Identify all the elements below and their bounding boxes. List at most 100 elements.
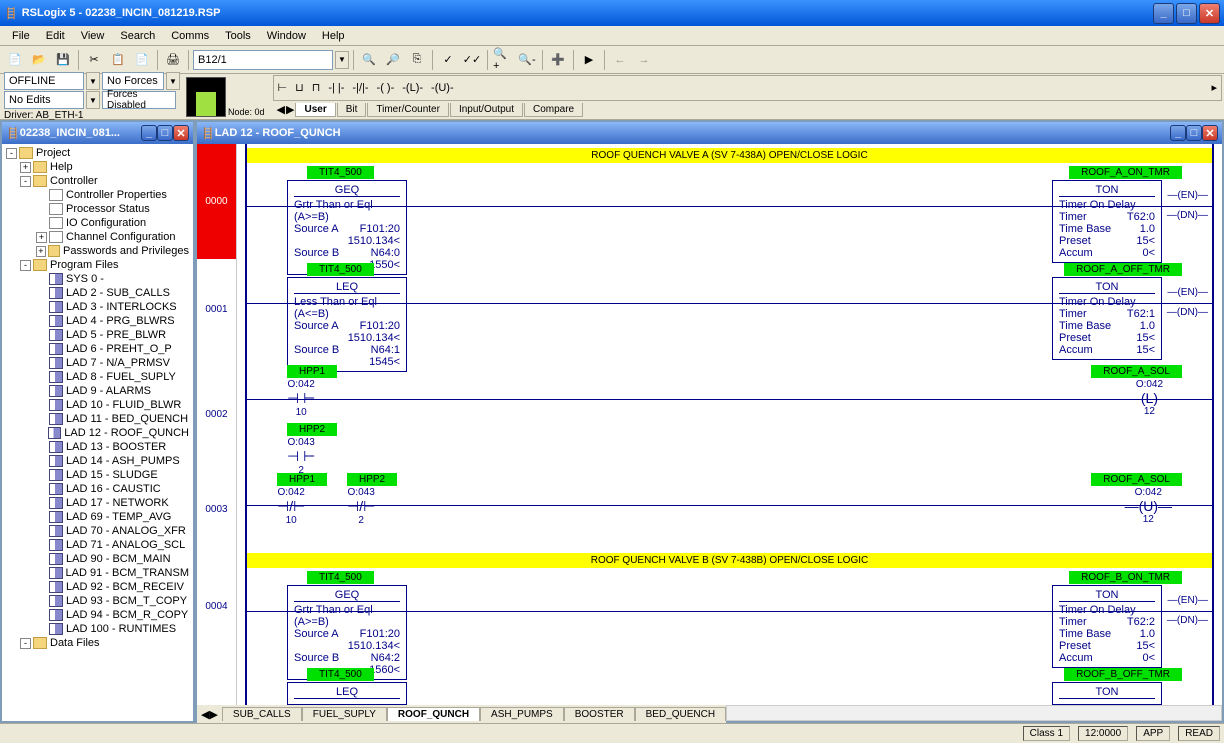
tree-item[interactable]: SYS 0 - [4, 272, 191, 286]
rung[interactable]: 0000ROOF QUENCH VALVE A (SV 7-438A) OPEN… [197, 144, 1222, 259]
rung-number[interactable]: 0001 [197, 259, 237, 359]
tree-item[interactable]: LAD 5 - PRE_BLWR [4, 328, 191, 342]
contact[interactable]: O:042⊣/⊢10 [277, 487, 305, 526]
tree-item[interactable]: LAD 93 - BCM_T_COPY [4, 594, 191, 608]
compare-instruction[interactable]: LEQ [287, 682, 407, 705]
xic-icon[interactable]: -| |- [328, 82, 344, 94]
verify-project-button[interactable]: ✓✓ [461, 49, 483, 71]
menu-edit[interactable]: Edit [38, 28, 73, 44]
ladder-close[interactable]: ✕ [1202, 125, 1218, 141]
instr-tab-user[interactable]: User [295, 103, 335, 117]
zoom-in-button[interactable]: 🔍+ [492, 49, 514, 71]
ladder-hscroll[interactable]: ◀▶SUB_CALLSFUEL_SUPLYROOF_QUNCHASH_PUMPS… [197, 705, 1222, 721]
new-rung-button[interactable]: ➕ [547, 49, 569, 71]
tree-item[interactable]: LAD 91 - BCM_TRANSM [4, 566, 191, 580]
copy-button[interactable]: 📋 [107, 49, 129, 71]
tree-item[interactable]: LAD 17 - NETWORK [4, 496, 191, 510]
contact[interactable]: O:043⊣/⊢2 [347, 487, 375, 526]
file-tab[interactable]: BOOSTER [564, 707, 635, 721]
instr-tab-right[interactable]: ▶ [286, 103, 294, 116]
online-dropdown[interactable]: ▼ [86, 72, 100, 90]
rung[interactable]: 0003HPP1O:042⊣/⊢10HPP2O:043⊣/⊢2ROOF_A_SO… [197, 469, 1222, 549]
branch-down-icon[interactable]: ⊓ [312, 81, 321, 94]
menu-tools[interactable]: Tools [217, 28, 259, 44]
compare-instruction[interactable]: LEQLess Than or Eql (A<=B)Source AF101:2… [287, 277, 407, 372]
tree-item[interactable]: LAD 15 - SLUDGE [4, 468, 191, 482]
save-button[interactable]: 💾 [52, 49, 74, 71]
cut-button[interactable]: ✂ [83, 49, 105, 71]
tree-item[interactable]: LAD 9 - ALARMS [4, 384, 191, 398]
maximize-button[interactable]: □ [1176, 3, 1197, 24]
tree-item[interactable]: LAD 71 - ANALOG_SCL [4, 538, 191, 552]
new-button[interactable]: 📄 [4, 49, 26, 71]
instr-tab-left[interactable]: ◀ [277, 103, 285, 116]
rung-number[interactable]: 0004 [197, 549, 237, 664]
tree-item[interactable]: LAD 69 - TEMP_AVG [4, 510, 191, 524]
menu-view[interactable]: View [73, 28, 113, 44]
menu-help[interactable]: Help [314, 28, 353, 44]
tree-item[interactable]: LAD 11 - BED_QUENCH [4, 412, 191, 426]
xio-icon[interactable]: -|/|- [352, 82, 368, 94]
forces-dropdown[interactable]: ▼ [166, 72, 180, 90]
menu-search[interactable]: Search [112, 28, 163, 44]
ladder-maximize[interactable]: □ [1186, 125, 1202, 141]
edits-dropdown[interactable]: ▼ [86, 91, 100, 109]
pane-maximize[interactable]: □ [157, 125, 173, 141]
rung-number[interactable]: 0003 [197, 469, 237, 549]
tree-item[interactable]: LAD 6 - PREHT_O_P [4, 342, 191, 356]
menu-window[interactable]: Window [259, 28, 314, 44]
tree-item[interactable]: LAD 2 - SUB_CALLS [4, 286, 191, 300]
rung-number[interactable]: 0002 [197, 359, 237, 469]
instr-tab-timer[interactable]: Timer/Counter [367, 103, 449, 117]
tree-item[interactable]: +Channel Configuration [4, 230, 191, 244]
pane-minimize[interactable]: _ [141, 125, 157, 141]
ladder-minimize[interactable]: _ [1170, 125, 1186, 141]
tree-item[interactable]: LAD 3 - INTERLOCKS [4, 300, 191, 314]
tree-item[interactable]: -Program Files [4, 258, 191, 272]
file-tab[interactable]: FUEL_SUPLY [302, 707, 387, 721]
tree-item[interactable]: LAD 10 - FLUID_BLWR [4, 398, 191, 412]
zoom-out-button[interactable]: 🔍- [516, 49, 538, 71]
find-next-button[interactable]: 🔎 [382, 49, 404, 71]
rung[interactable]: 0002HPP1O:042⊣ ⊢10HPP2O:043⊣ ⊢2ROOF_A_SO… [197, 359, 1222, 469]
rung[interactable]: TIT4_500ROOF_B_OFF_TMRLEQTON [197, 664, 1222, 705]
pane-close[interactable]: ✕ [173, 125, 189, 141]
tree-item[interactable]: LAD 90 - BCM_MAIN [4, 552, 191, 566]
tree-item[interactable]: -Data Files [4, 636, 191, 650]
timer-instruction[interactable]: TONTimer On DelayTimerT62:2Time Base1.0P… [1052, 585, 1162, 668]
verify-button[interactable]: ✓ [437, 49, 459, 71]
tree-root[interactable]: - Project [4, 146, 191, 160]
close-button[interactable]: ✕ [1199, 3, 1220, 24]
instr-tab-bit[interactable]: Bit [337, 103, 367, 117]
tree-item[interactable]: Processor Status [4, 202, 191, 216]
rung-number[interactable] [197, 664, 237, 705]
ladder-area[interactable]: 0000ROOF QUENCH VALVE A (SV 7-438A) OPEN… [197, 144, 1222, 705]
tree-item[interactable]: LAD 12 - ROOF_QUNCH [4, 426, 191, 440]
find-button[interactable]: 🔍 [358, 49, 380, 71]
file-tab[interactable]: ROOF_QUNCH [387, 707, 480, 721]
otu-icon[interactable]: -(U)- [431, 82, 454, 94]
paste-button[interactable]: 📄 [131, 49, 153, 71]
open-button[interactable]: 📂 [28, 49, 50, 71]
rung[interactable]: 0004ROOF QUENCH VALVE B (SV 7-438B) OPEN… [197, 549, 1222, 664]
rung-icon[interactable]: ⊢ [278, 81, 288, 94]
tree-item[interactable]: Controller Properties [4, 188, 191, 202]
instr-tab-compare[interactable]: Compare [524, 103, 583, 117]
tree-item[interactable]: IO Configuration [4, 216, 191, 230]
palette-expand-button[interactable]: ▸ [1211, 81, 1217, 94]
tree-item[interactable]: LAD 13 - BOOSTER [4, 440, 191, 454]
tree-item[interactable]: LAD 70 - ANALOG_XFR [4, 524, 191, 538]
tree-item[interactable]: LAD 4 - PRG_BLWRS [4, 314, 191, 328]
timer-instruction[interactable]: TONTimer On DelayTimerT62:1Time Base1.0P… [1052, 277, 1162, 360]
tree-item[interactable]: LAD 94 - BCM_R_COPY [4, 608, 191, 622]
file-tab[interactable]: BED_QUENCH [635, 707, 726, 721]
timer-instruction[interactable]: TONTimer On DelayTimerT62:0Time Base1.0P… [1052, 180, 1162, 263]
tree-item[interactable]: +Help [4, 160, 191, 174]
tree-item[interactable]: LAD 7 - N/A_PRMSV [4, 356, 191, 370]
rung-number[interactable]: 0000 [197, 144, 237, 259]
tree-item[interactable]: -Controller [4, 174, 191, 188]
output-coil[interactable]: O:042—(U)—12 [1125, 487, 1172, 525]
tree-item[interactable]: LAD 100 - RUNTIMES [4, 622, 191, 636]
file-tab[interactable]: SUB_CALLS [222, 707, 302, 721]
tree-item[interactable]: +Passwords and Privileges [4, 244, 191, 258]
